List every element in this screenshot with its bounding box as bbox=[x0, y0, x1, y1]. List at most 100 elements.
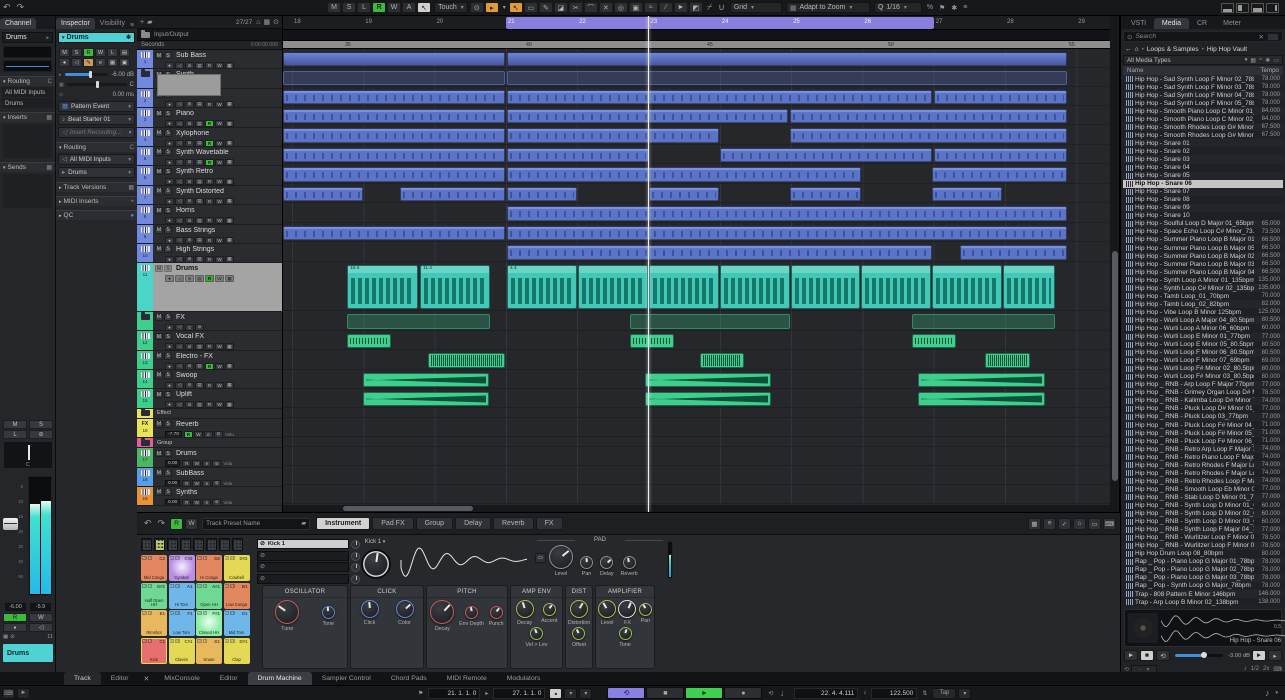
media-file-row[interactable]: Hip Hop _ RNB - Retro Rhodes F Major Loo… bbox=[1123, 469, 1283, 477]
track-instrument-button[interactable]: ▤ bbox=[195, 197, 204, 205]
strip-clip[interactable] bbox=[283, 52, 505, 66]
midi-clip[interactable] bbox=[507, 226, 1067, 240]
vertical-scrollbar[interactable] bbox=[1110, 16, 1120, 512]
track-freeze-button[interactable]: ⊘ bbox=[185, 275, 194, 283]
track-mute-button[interactable]: M bbox=[155, 110, 163, 118]
track-mute-button[interactable]: M bbox=[155, 333, 163, 341]
track-row-synth-wavetable[interactable]: 5 M S Synth Wavetable ● ◁ ⊘ ▤ R W ▦ bbox=[137, 146, 282, 167]
pad-mute-button[interactable]: M bbox=[142, 556, 147, 560]
layer-slot-3[interactable]: ⊘ bbox=[257, 562, 349, 572]
track-record-enable-button[interactable]: ● bbox=[165, 401, 174, 408]
track-read-button[interactable]: R bbox=[205, 217, 214, 224]
media-file-row[interactable]: Hip Hop _ RNB - Smooth Loop Eb Minor 01_… bbox=[1123, 485, 1283, 493]
pad-mute-button[interactable]: M bbox=[197, 556, 202, 560]
search-icon[interactable]: ⊙ bbox=[273, 18, 279, 26]
track-freeze-button[interactable]: ⊘ bbox=[185, 236, 194, 243]
track-read-button[interactable]: R bbox=[205, 236, 214, 243]
track-read-button[interactable]: R bbox=[205, 362, 214, 369]
track-read-button[interactable]: R bbox=[205, 401, 214, 408]
track-w-button[interactable]: W bbox=[192, 498, 202, 506]
track-level-value[interactable]: 0.00 bbox=[165, 479, 181, 486]
knob-env-depth[interactable]: Env Depth bbox=[459, 605, 484, 627]
comp-tool-button[interactable]: ▣ bbox=[628, 2, 643, 13]
track-write-button[interactable]: W bbox=[215, 343, 224, 350]
grid-type-dropdown[interactable]: Grid ▾ bbox=[729, 2, 782, 13]
volume-fader[interactable] bbox=[3, 518, 18, 530]
track-solo-button[interactable]: S bbox=[164, 265, 172, 273]
track-record-enable-button[interactable]: ● bbox=[165, 236, 174, 243]
layer-level-knob-2[interactable] bbox=[351, 551, 360, 561]
track-w-button[interactable]: W bbox=[192, 460, 202, 467]
media-file-row[interactable]: Hip Hop - Snare 09 bbox=[1123, 203, 1283, 212]
track-edit-button[interactable]: ▦ bbox=[225, 217, 234, 224]
track-solo-button[interactable]: S bbox=[164, 129, 172, 137]
track-read-button[interactable]: R bbox=[205, 139, 214, 146]
track-edit-button[interactable]: ▦ bbox=[225, 381, 234, 389]
media-file-row[interactable]: Hip Hop - Wurli Loop F# Minor 02_80.5bpm… bbox=[1123, 364, 1283, 373]
pattern-preset-dropdown[interactable]: ♪ Beat Starter 01 ▾ bbox=[58, 114, 135, 125]
media-file-row[interactable]: Hip Hop _ RNB - Pluck Loop F# Minor 06_7… bbox=[1123, 437, 1283, 445]
preview-stop-button[interactable]: ■ bbox=[1140, 650, 1154, 661]
channel-name-tag[interactable]: Drums bbox=[3, 644, 53, 662]
click-knob[interactable] bbox=[360, 600, 379, 618]
tap-tempo-button[interactable]: Tap bbox=[932, 687, 957, 699]
env depth-knob[interactable] bbox=[464, 605, 478, 619]
track-mute-button[interactable]: M bbox=[155, 469, 163, 477]
drum-clip[interactable]: 10.4 bbox=[347, 265, 418, 309]
track-write-button[interactable]: W bbox=[215, 362, 224, 369]
drum-clip[interactable] bbox=[791, 265, 860, 309]
bypass-button[interactable]: ⊘ bbox=[212, 479, 222, 486]
fx-knob[interactable] bbox=[618, 600, 637, 618]
track-edit-button[interactable]: ▦ bbox=[225, 158, 234, 166]
track-freeze-button[interactable]: ⊘ bbox=[185, 255, 194, 263]
media-file-row[interactable]: Hip Hop - Space Echo Loop C# Minor_73.5b… bbox=[1123, 228, 1283, 236]
track-instrument-button[interactable]: ▤ bbox=[195, 217, 204, 224]
track-solo-button[interactable]: S bbox=[164, 313, 172, 321]
offset-knob[interactable] bbox=[572, 627, 586, 640]
media-file-row[interactable]: Hip Hop _ RNB - Pluck Loop F# Minor 05_7… bbox=[1123, 429, 1283, 438]
knob-tone[interactable]: Tone bbox=[321, 605, 335, 627]
track-mute-button[interactable]: M bbox=[155, 391, 163, 399]
pad-bank-4[interactable] bbox=[180, 538, 191, 551]
media-file-row[interactable]: Hip Hop - Snare 02 bbox=[1123, 147, 1283, 155]
mute-button[interactable]: M bbox=[3, 420, 27, 429]
track-level-value[interactable]: 0.00 bbox=[165, 498, 181, 506]
lower-zone-tab-modulators[interactable]: Modulators bbox=[497, 672, 551, 685]
performance-icon[interactable]: ► bbox=[17, 687, 30, 699]
track-edit-button[interactable]: ▦ bbox=[225, 120, 234, 127]
inserts-section-header[interactable]: ▾ Inserts ▦ bbox=[0, 112, 55, 122]
track-record-enable-button[interactable]: ● bbox=[165, 255, 174, 263]
peak-level-readout[interactable]: -5.9 bbox=[29, 602, 52, 612]
check-icon[interactable]: ✓ bbox=[1058, 517, 1071, 530]
track-freeze-button[interactable]: ⊘ bbox=[185, 120, 194, 127]
track-freeze-button[interactable]: ⊘ bbox=[185, 362, 194, 369]
menu-icon[interactable]: ≡ bbox=[130, 22, 137, 29]
use-track-preset-button[interactable]: ▰ bbox=[147, 18, 152, 26]
layer-level-knob-1[interactable] bbox=[351, 540, 360, 549]
eq-curve-display[interactable] bbox=[3, 60, 52, 72]
midi-clip[interactable] bbox=[790, 128, 1067, 143]
bypass-button[interactable]: ⊘ bbox=[212, 460, 222, 467]
drum-pad-hi-conga[interactable]: M S D2 Hi Conga bbox=[196, 555, 222, 581]
breadcrumb-loops-samples[interactable]: Loops & Samples bbox=[1147, 46, 1199, 53]
track-solo-button[interactable]: S bbox=[164, 245, 172, 253]
cresc-clip[interactable] bbox=[645, 392, 771, 406]
midi-clip[interactable] bbox=[507, 148, 649, 162]
media-file-row[interactable]: Rap _ Pop - Piano Loop G Major 03_78bpm 7… bbox=[1123, 573, 1283, 582]
folder-clip[interactable] bbox=[283, 71, 505, 85]
knob-delay[interactable]: Delay bbox=[600, 556, 614, 577]
inspector-lane-button[interactable]: ▤ bbox=[119, 48, 130, 57]
track-edit-button[interactable]: ▦ bbox=[225, 362, 234, 369]
track-write-button[interactable]: W bbox=[215, 197, 224, 205]
channel-edit-button[interactable]: ⊘ bbox=[29, 430, 53, 439]
midi-clip[interactable] bbox=[649, 187, 719, 201]
midi-clip[interactable] bbox=[283, 167, 505, 182]
wave-clip[interactable] bbox=[912, 334, 956, 348]
track-solo-button[interactable]: S bbox=[164, 110, 172, 118]
draw-tool-button[interactable]: ✎ bbox=[538, 2, 553, 13]
pan-knob[interactable] bbox=[638, 602, 652, 616]
left-locator-value[interactable]: 21. 1. 1. 0 bbox=[428, 687, 481, 699]
pad-solo-button[interactable]: S bbox=[147, 556, 152, 560]
track-monitor-button[interactable]: ◁ bbox=[175, 120, 184, 127]
pad-solo-button[interactable]: S bbox=[230, 556, 235, 560]
